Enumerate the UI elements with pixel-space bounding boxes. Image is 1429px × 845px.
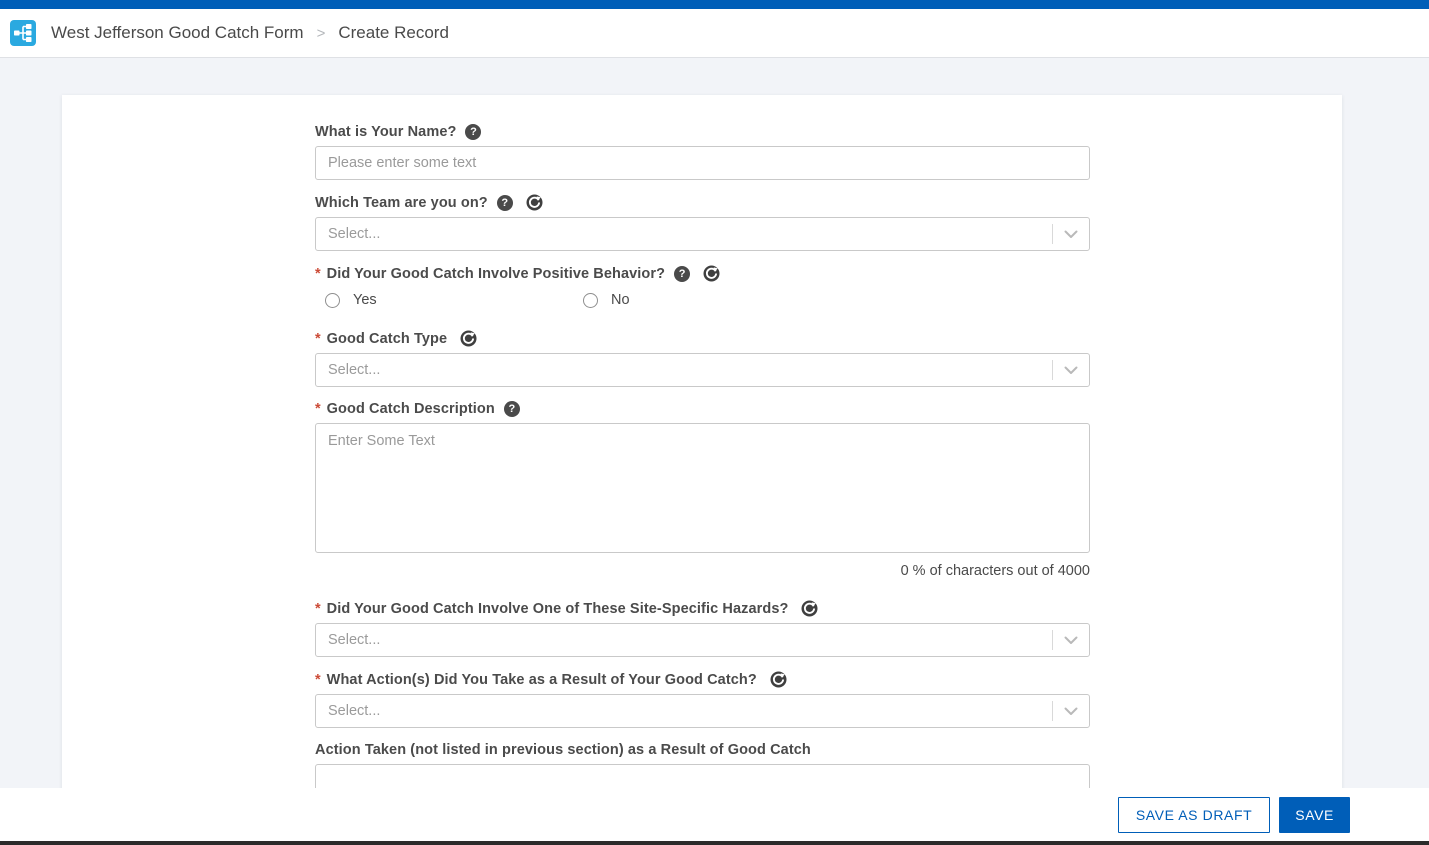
field-what-is-your-name: What is Your Name? ? [315,124,1090,180]
radio-option-no[interactable]: No [583,292,630,308]
field-label: What is Your Name? [315,124,456,140]
help-icon[interactable]: ? [497,195,513,211]
required-asterisk: * [315,266,321,282]
field-good-catch-description: * Good Catch Description ? 0 % of charac… [315,401,1090,579]
form-column: What is Your Name? ? Which Team are you … [315,95,1090,798]
field-label: Good Catch Description [327,401,495,417]
team-select[interactable]: Select... [315,217,1090,251]
field-label-row: * What Action(s) Did You Take as a Resul… [315,671,1090,688]
select-placeholder: Select... [328,632,1052,648]
chevron-down-icon[interactable] [1053,707,1089,716]
footer-action-bar: SAVE AS DRAFT SAVE [0,788,1429,845]
actions-select[interactable]: Select... [315,694,1090,728]
field-label: Good Catch Type [327,331,447,347]
refresh-circle-icon[interactable] [801,600,818,617]
radio-icon[interactable] [583,293,598,308]
field-actions-taken: * What Action(s) Did You Take as a Resul… [315,671,1090,728]
radio-label: Yes [353,292,377,308]
select-placeholder: Select... [328,362,1052,378]
field-positive-behavior: * Did Your Good Catch Involve Positive B… [315,265,1090,308]
field-label-row: * Good Catch Type [315,330,1090,347]
help-icon[interactable]: ? [465,124,481,140]
refresh-circle-icon[interactable] [526,194,543,211]
breadcrumb: West Jefferson Good Catch Form > Create … [0,9,1429,58]
field-label: What Action(s) Did You Take as a Result … [327,672,757,688]
radio-group-positive-behavior: Yes No [315,292,1090,308]
field-label-row: What is Your Name? ? [315,124,1090,140]
required-asterisk: * [315,401,321,417]
field-label-row: * Did Your Good Catch Involve One of The… [315,600,1090,617]
save-button[interactable]: SAVE [1279,797,1350,833]
radio-icon[interactable] [325,293,340,308]
help-icon[interactable]: ? [504,401,520,417]
description-textarea[interactable] [315,423,1090,553]
chevron-down-icon[interactable] [1053,366,1089,375]
good-catch-type-select[interactable]: Select... [315,353,1090,387]
help-icon[interactable]: ? [674,266,690,282]
field-label-row: Action Taken (not listed in previous sec… [315,742,1090,758]
chevron-down-icon[interactable] [1053,230,1089,239]
field-site-specific-hazards: * Did Your Good Catch Involve One of The… [315,600,1090,657]
select-placeholder: Select... [328,703,1052,719]
field-label: Which Team are you on? [315,195,488,211]
chevron-down-icon[interactable] [1053,636,1089,645]
field-label: Action Taken (not listed in previous sec… [315,742,811,758]
form-hierarchy-icon [10,20,36,46]
refresh-circle-icon[interactable] [703,265,720,282]
refresh-circle-icon[interactable] [770,671,787,688]
top-accent-bar [0,0,1429,9]
required-asterisk: * [315,601,321,617]
name-input[interactable] [315,146,1090,180]
refresh-circle-icon[interactable] [460,330,477,347]
character-counter: 0 % of characters out of 4000 [315,563,1090,579]
field-which-team: Which Team are you on? ? Select... [315,194,1090,251]
radio-label: No [611,292,630,308]
field-label: Did Your Good Catch Involve One of These… [327,601,789,617]
field-label-row: * Good Catch Description ? [315,401,1090,417]
save-as-draft-button[interactable]: SAVE AS DRAFT [1118,797,1270,833]
form-card: What is Your Name? ? Which Team are you … [62,95,1342,845]
hazards-select[interactable]: Select... [315,623,1090,657]
field-label-row: * Did Your Good Catch Involve Positive B… [315,265,1090,282]
field-label-row: Which Team are you on? ? [315,194,1090,211]
required-asterisk: * [315,331,321,347]
radio-option-yes[interactable]: Yes [325,292,583,308]
field-good-catch-type: * Good Catch Type Select... [315,330,1090,387]
breadcrumb-separator-icon: > [317,25,326,42]
required-asterisk: * [315,672,321,688]
breadcrumb-app-title[interactable]: West Jefferson Good Catch Form [51,23,304,43]
select-placeholder: Select... [328,226,1052,242]
field-label: Did Your Good Catch Involve Positive Beh… [327,266,665,282]
breadcrumb-page-title: Create Record [338,23,449,43]
